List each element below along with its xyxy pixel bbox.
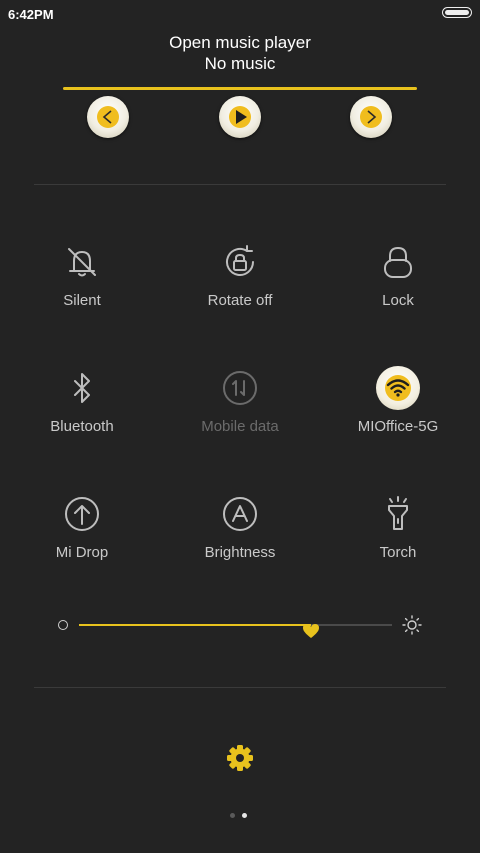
next-button[interactable] [350, 96, 392, 138]
tile-label: Rotate off [207, 292, 273, 309]
page-dot-active [242, 813, 247, 818]
tile-mi-drop[interactable]: Mi Drop [12, 494, 152, 561]
music-title[interactable]: Open music player [0, 32, 480, 53]
tile-label: Mobile data [201, 418, 279, 435]
tile-label: Mi Drop [55, 544, 109, 561]
brightness-slider[interactable] [56, 612, 428, 638]
page-indicator [230, 813, 250, 819]
auto-brightness-icon [220, 494, 260, 534]
tile-label: Lock [382, 292, 414, 309]
tile-label: MIOffice-5G [357, 418, 439, 435]
tile-bluetooth[interactable]: Bluetooth [12, 368, 152, 435]
battery-icon [442, 7, 472, 18]
page-dot [230, 813, 235, 818]
tile-mobile-data[interactable]: Mobile data [170, 368, 310, 435]
brightness-high-icon [402, 615, 422, 635]
play-button[interactable] [219, 96, 261, 138]
prev-icon [102, 110, 112, 124]
play-icon [236, 110, 247, 124]
slider-thumb[interactable] [302, 622, 320, 640]
tile-silent[interactable]: Silent [12, 242, 152, 309]
lock-icon [378, 242, 418, 282]
tile-label: Torch [379, 544, 417, 561]
tile-rotate[interactable]: Rotate off [170, 242, 310, 309]
status-time: 6:42PM [8, 7, 54, 22]
divider [34, 184, 446, 185]
torch-icon [378, 494, 418, 534]
prev-button[interactable] [87, 96, 129, 138]
music-player[interactable]: Open music player No music [0, 32, 480, 74]
tile-brightness[interactable]: Brightness [170, 494, 310, 561]
tile-torch[interactable]: Torch [328, 494, 468, 561]
tile-label: Brightness [204, 544, 276, 561]
mobile-data-icon [220, 368, 260, 408]
slider-fill [79, 624, 311, 626]
wifi-icon [376, 366, 420, 410]
tile-label: Bluetooth [50, 418, 114, 435]
music-progress [63, 87, 417, 90]
bluetooth-icon [62, 368, 102, 408]
music-subtitle: No music [204, 54, 276, 73]
mi-drop-icon [62, 494, 102, 534]
divider [34, 687, 446, 688]
slider-track[interactable] [79, 624, 392, 638]
bell-off-icon [62, 242, 102, 282]
gear-icon [227, 745, 253, 771]
settings-button[interactable] [224, 742, 256, 774]
tile-wifi[interactable]: MIOffice-5G [328, 366, 468, 435]
next-icon [367, 110, 377, 124]
tile-label: Silent [63, 292, 101, 309]
status-bar: 6:42PM [0, 0, 480, 28]
tile-lock[interactable]: Lock [328, 242, 468, 309]
rotate-lock-icon [220, 242, 260, 282]
brightness-low-icon [58, 620, 68, 630]
